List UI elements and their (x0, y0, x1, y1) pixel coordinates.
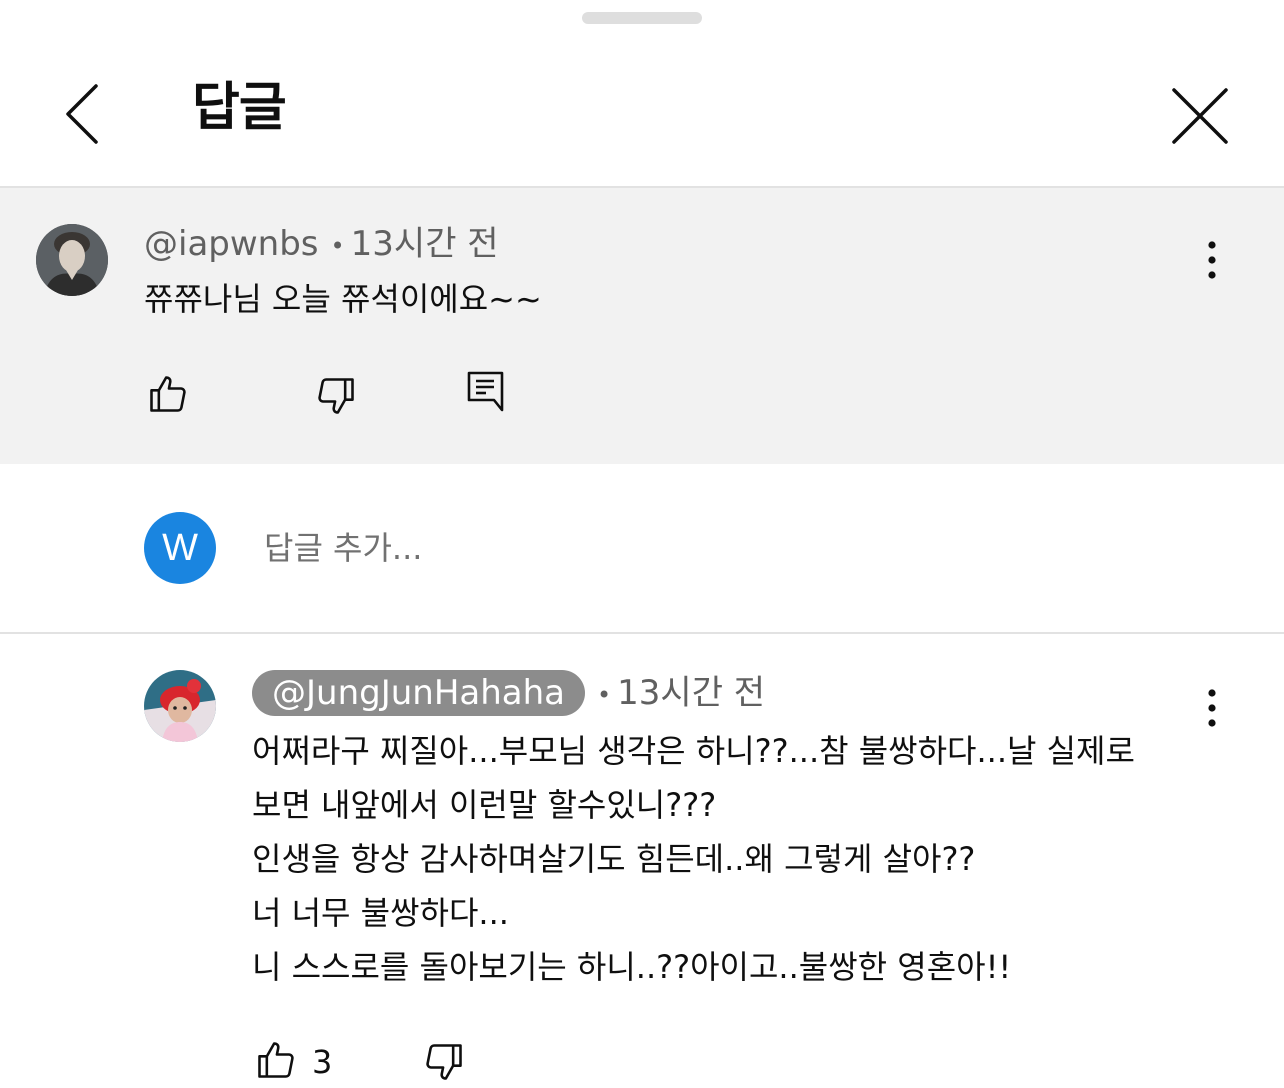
reply-icon (467, 371, 504, 412)
dislike-button[interactable] (422, 1040, 466, 1084)
profile-photo (36, 224, 108, 296)
more-vert-icon (1208, 241, 1216, 279)
like-button[interactable] (254, 1038, 298, 1082)
reply-comment: @JungJunHahaha • 13시간 전 어쩌라구 찌질아...부모님 생각은… (0, 634, 1284, 1084)
chevron-left-icon (66, 84, 98, 144)
back-button[interactable] (60, 82, 104, 146)
dislike-button[interactable] (314, 374, 358, 418)
meta-separator: • (330, 231, 345, 260)
comment-line: 너 너무 불쌍하다... (252, 894, 509, 932)
comment-text: 어쩌라구 찌질아...부모님 생각은 하니??...참 불쌍하다...날 실제로… (252, 724, 1135, 994)
reply-input[interactable] (264, 522, 1164, 574)
more-vert-icon (1208, 689, 1216, 727)
dislike-icon (318, 378, 354, 414)
meta-separator: • (597, 680, 612, 709)
avatar[interactable] (36, 224, 108, 296)
reply-button[interactable] (466, 370, 506, 414)
close-button[interactable] (1170, 86, 1230, 146)
dislike-icon (426, 1044, 462, 1080)
parent-comment: @iapwnbs • 13시간 전 쮸쮸나님 오늘 쮸석이에요~~ (0, 188, 1284, 464)
user-avatar: W (144, 512, 216, 584)
like-icon (150, 376, 186, 412)
like-button[interactable] (146, 372, 190, 416)
profile-photo (144, 670, 216, 742)
comment-author[interactable]: @iapwnbs (144, 224, 319, 264)
comment-line: 어쩌라구 찌질아...부모님 생각은 하니??...참 불쌍하다...날 실제로 (252, 732, 1135, 770)
comment-text: 쮸쮸나님 오늘 쮸석이에요~~ (144, 280, 542, 318)
comment-line: 인생을 항상 감사하며살기도 힘든데..왜 그렇게 살아?? (252, 840, 976, 878)
comment-time: 13시간 전 (350, 224, 499, 264)
comment-line: 니 스스로를 돌아보기는 하니..??아이고..불쌍한 영혼아!! (252, 948, 1012, 986)
avatar[interactable] (144, 670, 216, 742)
page-title: 답글 (192, 78, 287, 138)
more-options-button[interactable] (1196, 240, 1228, 280)
comment-time: 13시간 전 (617, 673, 766, 713)
comment-author-chip[interactable]: @JungJunHahaha (252, 670, 586, 716)
more-options-button[interactable] (1196, 688, 1228, 728)
like-count: 3 (312, 1043, 333, 1081)
like-icon (258, 1042, 294, 1078)
sheet-drag-handle[interactable] (582, 12, 702, 24)
comment-line: 보면 내앞에서 이런말 할수있니??? (252, 786, 717, 824)
close-icon (1172, 88, 1228, 144)
